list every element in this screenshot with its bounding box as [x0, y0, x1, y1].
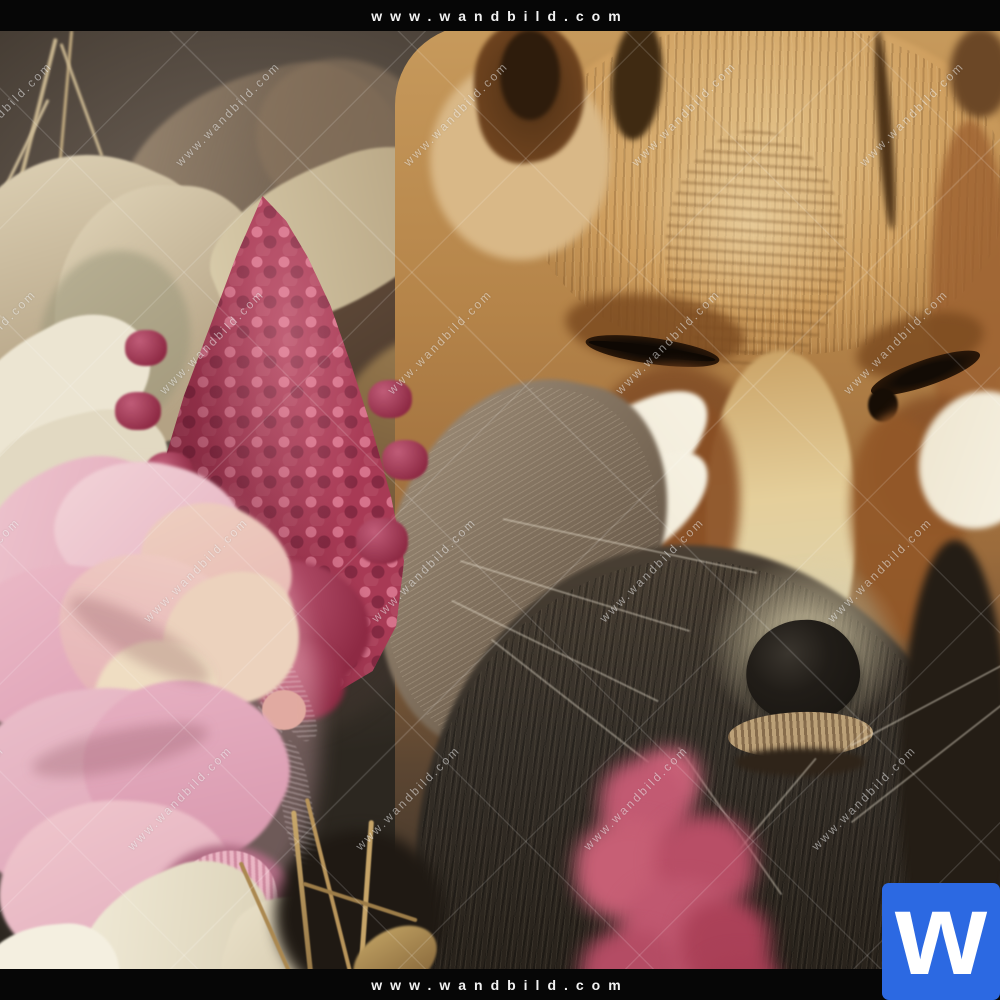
fox-ear-left-inner [500, 30, 560, 120]
fox-chin-shadow [735, 748, 865, 776]
celosia-bump [356, 518, 408, 564]
celosia-bump [115, 392, 161, 430]
celosia-bump [125, 330, 167, 366]
wandbild-logo-badge: w [882, 883, 1000, 1000]
top-domain-text: www.wandbild.com [371, 8, 628, 24]
bottom-domain-bar: www.wandbild.com [0, 969, 1000, 1000]
celosia-bump [382, 440, 428, 480]
celosia-bump [368, 380, 412, 418]
bottom-domain-text: www.wandbild.com [371, 977, 628, 993]
product-image-canvas: www.wandbild.comwww.wandbild.comwww.wand… [0, 0, 1000, 1000]
fox-artwork [0, 0, 1000, 1000]
top-domain-bar: www.wandbild.com [0, 0, 1000, 31]
wandbild-logo-letter: w [895, 881, 987, 987]
